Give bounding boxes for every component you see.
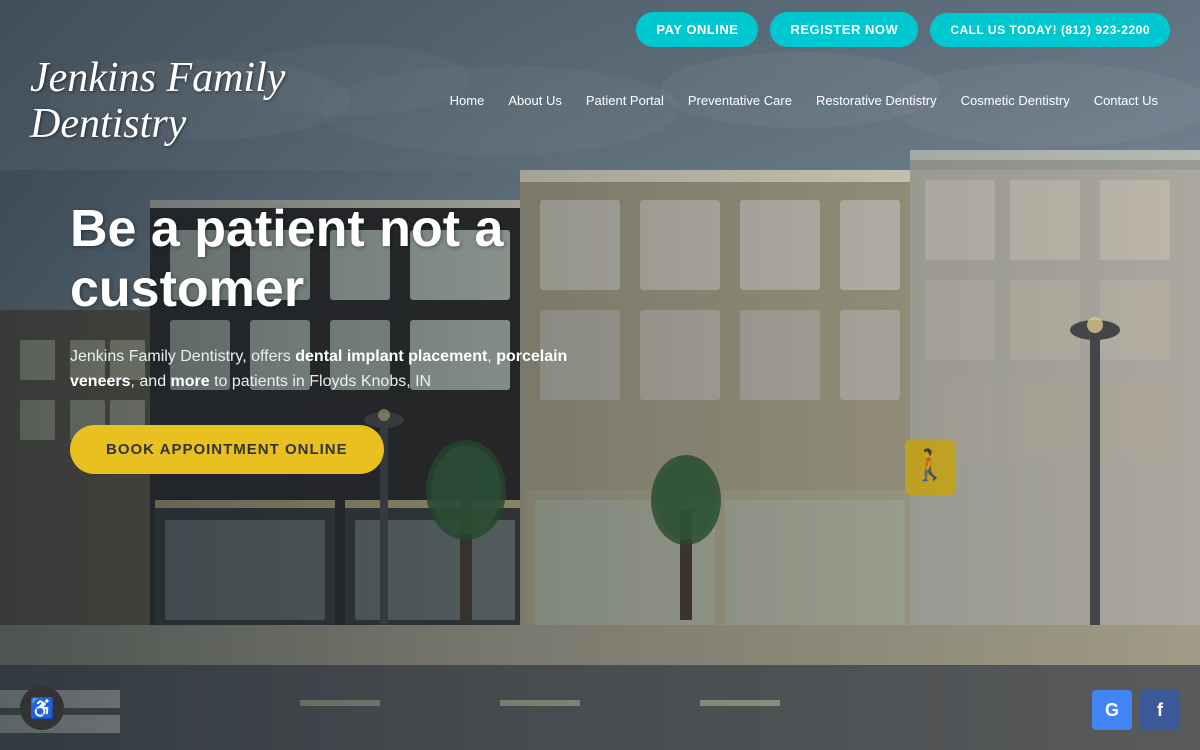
site-header: PAY ONLINE REGISTER NOW CALL US TODAY! (… xyxy=(0,0,1200,157)
hero-suffix: to patients in Floyds Knobs, IN xyxy=(210,373,431,390)
accessibility-button[interactable]: ♿ xyxy=(20,686,64,730)
hero-sep2: , and xyxy=(131,373,171,390)
nav-restorative-dentistry[interactable]: Restorative Dentistry xyxy=(804,85,949,118)
hero-sep1: , xyxy=(487,348,496,365)
site-logo[interactable]: Jenkins Family Dentistry xyxy=(30,55,438,147)
main-nav: Home About Us Patient Portal Preventativ… xyxy=(438,85,1170,118)
nav-home[interactable]: Home xyxy=(438,85,497,118)
hero-bold3: more xyxy=(171,373,210,390)
nav-preventative-care[interactable]: Preventative Care xyxy=(676,85,804,118)
accessibility-icon: ♿ xyxy=(30,696,55,721)
call-us-button[interactable]: CALL US TODAY! (812) 923-2200 xyxy=(930,13,1170,47)
facebook-social-button[interactable]: f xyxy=(1140,690,1180,730)
hero-subtext: Jenkins Family Dentistry, offers dental … xyxy=(70,344,570,395)
social-buttons: G f xyxy=(1092,690,1180,730)
logo-nav-row: Jenkins Family Dentistry Home About Us P… xyxy=(30,55,1170,157)
register-now-button[interactable]: REGISTER NOW xyxy=(770,12,918,47)
hero-headline: Be a patient not a customer xyxy=(70,200,670,320)
google-social-button[interactable]: G xyxy=(1092,690,1132,730)
hero-desc-prefix: Jenkins Family Dentistry, offers xyxy=(70,348,295,365)
nav-cosmetic-dentistry[interactable]: Cosmetic Dentistry xyxy=(949,85,1082,118)
hero-bold1: dental implant placement xyxy=(295,348,487,365)
nav-patient-portal[interactable]: Patient Portal xyxy=(574,85,676,118)
hero-section: Be a patient not a customer Jenkins Fami… xyxy=(70,200,670,474)
top-bar: PAY ONLINE REGISTER NOW CALL US TODAY! (… xyxy=(30,0,1170,55)
book-appointment-button[interactable]: BOOK APPOINTMENT ONLINE xyxy=(70,425,384,474)
nav-contact-us[interactable]: Contact Us xyxy=(1082,85,1170,118)
nav-about[interactable]: About Us xyxy=(496,85,573,118)
pay-online-button[interactable]: PAY ONLINE xyxy=(636,12,758,47)
